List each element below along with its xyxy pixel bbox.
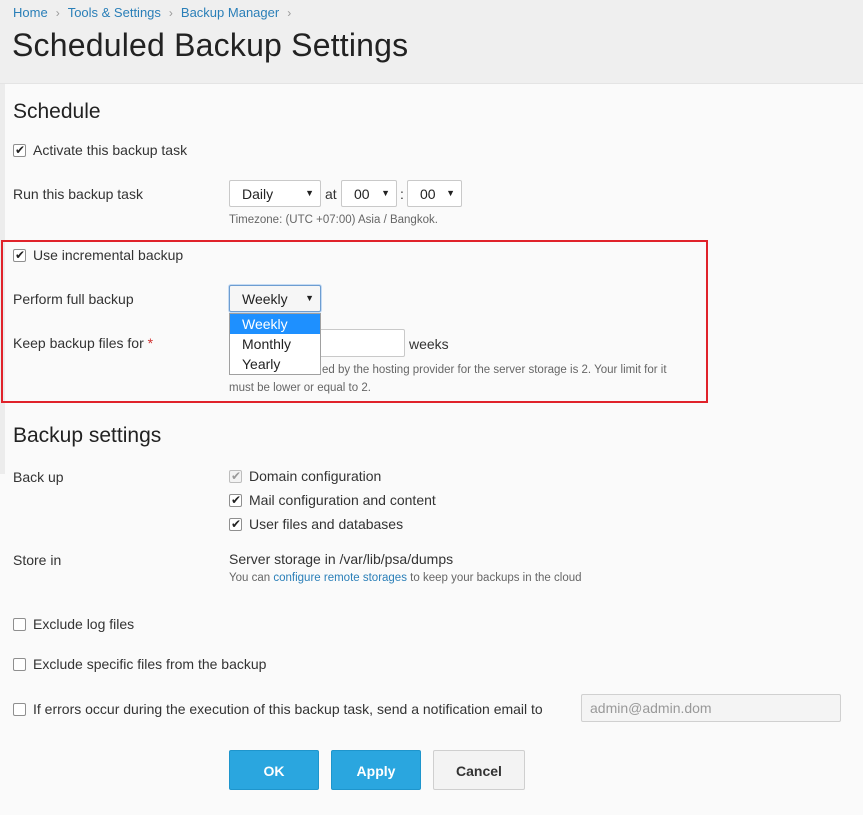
configure-remote-storages-link[interactable]: configure remote storages: [273, 572, 407, 584]
breadcrumb-backup-manager[interactable]: Backup Manager: [181, 5, 279, 20]
exclude-log-files-label: Exclude log files: [33, 616, 135, 632]
timezone-hint: Timezone: (UTC +07:00) Asia / Bangkok.: [229, 214, 438, 226]
page-header: Home › Tools & Settings › Backup Manager…: [0, 0, 863, 84]
keep-backup-label: Keep backup files for *: [13, 335, 153, 351]
keep-backup-unit: weeks: [409, 336, 449, 352]
full-backup-value: Weekly: [242, 291, 288, 307]
breadcrumb-separator: ›: [168, 5, 173, 20]
frequency-value: Daily: [242, 186, 274, 202]
remote-hint-suffix: to keep your backups in the cloud: [410, 572, 582, 584]
at-label: at: [325, 186, 337, 202]
notification-email-input[interactable]: admin@admin.dom: [581, 694, 841, 722]
exclude-specific-files-checkbox[interactable]: [13, 658, 26, 671]
breadcrumb-tools-settings[interactable]: Tools & Settings: [68, 5, 161, 20]
limit-hint-line1: ed by the hosting provider for the serve…: [322, 364, 667, 376]
backup-up-label: Back up: [13, 469, 64, 485]
error-notification-checkbox[interactable]: [13, 703, 26, 716]
breadcrumb-separator: ›: [287, 5, 292, 20]
store-in-value: Server storage in /var/lib/psa/dumps: [229, 551, 454, 567]
breadcrumb: Home › Tools & Settings › Backup Manager…: [13, 5, 299, 20]
domain-config-checkbox: [229, 468, 242, 484]
exclude-specific-files-label: Exclude specific files from the backup: [33, 656, 267, 672]
breadcrumb-separator: ›: [55, 5, 60, 20]
remote-hint-prefix: You can: [229, 572, 271, 584]
cancel-button[interactable]: Cancel: [433, 750, 525, 790]
mail-config-checkbox[interactable]: [229, 492, 242, 508]
run-task-label: Run this backup task: [13, 186, 143, 202]
full-backup-dropdown-list: Weekly Monthly Yearly: [229, 313, 321, 375]
dropdown-option-yearly[interactable]: Yearly: [230, 354, 320, 374]
user-files-label: User files and databases: [249, 516, 404, 532]
backup-settings-heading: Backup settings: [13, 424, 162, 447]
hour-select[interactable]: 00 ▼: [341, 180, 397, 207]
chevron-down-icon: ▼: [381, 188, 390, 198]
limit-hint-line2: must be lower or equal to 2.: [229, 382, 371, 394]
domain-config-label: Domain configuration: [249, 468, 382, 484]
chevron-down-icon: ▼: [305, 188, 314, 198]
dropdown-option-weekly[interactable]: Weekly: [230, 314, 320, 334]
breadcrumb-home[interactable]: Home: [13, 5, 48, 20]
dropdown-option-monthly[interactable]: Monthly: [230, 334, 320, 354]
error-notification-label: If errors occur during the execution of …: [33, 701, 543, 717]
apply-button[interactable]: Apply: [331, 750, 421, 790]
minute-value: 00: [420, 186, 436, 202]
remote-storage-hint: You can configure remote storages to kee…: [229, 569, 582, 587]
activate-task-label: Activate this backup task: [33, 142, 188, 158]
mail-config-label: Mail configuration and content: [249, 492, 436, 508]
store-in-label: Store in: [13, 552, 62, 568]
incremental-backup-label: Use incremental backup: [33, 247, 184, 263]
full-backup-label: Perform full backup: [13, 291, 134, 307]
exclude-log-files-checkbox[interactable]: [13, 618, 26, 631]
time-separator: :: [400, 186, 404, 202]
hour-value: 00: [354, 186, 370, 202]
full-backup-select[interactable]: Weekly ▼: [229, 285, 321, 312]
user-files-checkbox[interactable]: [229, 516, 242, 532]
ok-button[interactable]: OK: [229, 750, 319, 790]
frequency-select[interactable]: Daily ▼: [229, 180, 321, 207]
chevron-down-icon: ▼: [305, 293, 314, 303]
minute-select[interactable]: 00 ▼: [407, 180, 462, 207]
incremental-backup-checkbox[interactable]: [13, 247, 26, 263]
activate-task-checkbox[interactable]: [13, 142, 26, 158]
required-mark: *: [147, 335, 154, 351]
keep-backup-text: Keep backup files for: [13, 335, 144, 351]
chevron-down-icon: ▼: [446, 188, 455, 198]
schedule-heading: Schedule: [13, 100, 101, 123]
page-title: Scheduled Backup Settings: [12, 27, 409, 63]
